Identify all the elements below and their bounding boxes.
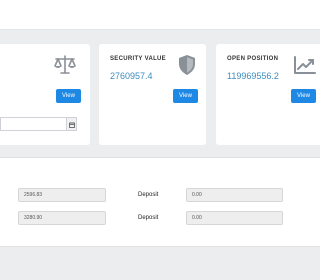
view-button-balance[interactable]: View <box>56 89 81 103</box>
balance-card: View <box>0 44 90 145</box>
top-navbar <box>0 0 320 30</box>
deposit-field[interactable]: 0.00 <box>186 188 283 202</box>
deposit-label: Deposit <box>138 215 159 221</box>
amount-field[interactable]: 3280.90 <box>18 211 106 225</box>
open-position-amount: 119969556.2 <box>227 71 279 81</box>
chart-line-icon <box>294 56 316 79</box>
deposit-panel: 2596.83 Deposit 0.00 3280.90 Deposit 0.0… <box>0 157 320 247</box>
calendar-button[interactable] <box>66 117 77 131</box>
date-input[interactable] <box>0 117 66 131</box>
security-value-card: SECURITY VALUE 2760957.4 View <box>99 44 206 145</box>
security-value-label: SECURITY VALUE <box>110 56 166 62</box>
shield-icon <box>177 54 197 81</box>
deposit-label: Deposit <box>138 192 159 198</box>
open-position-label: OPEN POSITION <box>227 56 279 62</box>
amount-field[interactable]: 2596.83 <box>18 188 106 202</box>
security-value-amount: 2760957.4 <box>110 71 153 81</box>
scale-icon <box>53 54 77 81</box>
view-button-position[interactable]: View <box>291 89 316 103</box>
view-button-security[interactable]: View <box>173 89 198 103</box>
deposit-field[interactable]: 0.00 <box>186 211 283 225</box>
calendar-icon <box>68 115 75 133</box>
open-position-card: OPEN POSITION 119969556.2 View <box>216 44 320 145</box>
